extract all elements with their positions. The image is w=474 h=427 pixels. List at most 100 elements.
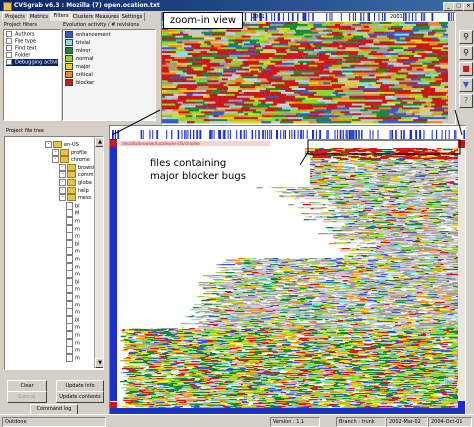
revision-mark [408, 218, 414, 219]
revision-mark [333, 221, 337, 222]
revision-mark [221, 280, 227, 281]
revision-mark [262, 259, 270, 260]
tab-projects[interactable]: Projects [2, 12, 28, 21]
title-bar[interactable]: CVSgrab v6.3 : Mozilla (7) open.ocation.… [0, 0, 474, 11]
revision-mark [435, 305, 440, 306]
axis-tick [263, 130, 264, 139]
revision-mark [312, 301, 314, 302]
revision-mark [310, 208, 313, 209]
revision-mark [440, 315, 443, 316]
filter-item-folder[interactable]: Folder [6, 52, 30, 59]
axis-tick [403, 130, 404, 139]
left-marker-bottom [110, 402, 117, 409]
revision-mark [262, 316, 266, 317]
revision-mark [388, 271, 395, 272]
revision-mark [331, 208, 337, 209]
revision-mark [420, 262, 427, 263]
left-margin-bar [110, 139, 117, 401]
revision-mark [270, 317, 279, 318]
revision-mark [412, 182, 416, 183]
revision-mark [204, 285, 210, 286]
tab-metrics[interactable]: Metrics [27, 12, 51, 21]
revision-mark [384, 251, 389, 252]
revision-mark [217, 267, 221, 268]
tab-filters[interactable]: Filters [50, 11, 72, 21]
revision-mark [375, 240, 381, 241]
revision-mark [389, 251, 392, 252]
revision-mark [339, 162, 344, 163]
revision-mark [395, 165, 401, 166]
filters-header: Project filters [4, 22, 37, 28]
axis-tick [464, 130, 465, 139]
revision-mark [214, 325, 218, 326]
revision-mark [257, 291, 266, 292]
filter-item-authors[interactable]: Authors [6, 31, 34, 38]
revision-mark [348, 316, 354, 317]
checkbox[interactable] [6, 52, 12, 58]
filter-item-find-text[interactable]: Find text [6, 45, 37, 52]
tab-clusters[interactable]: Clusters [71, 12, 95, 21]
revision-mark [365, 171, 371, 172]
revision-mark [392, 192, 401, 193]
revision-mark [409, 213, 413, 214]
app-icon [3, 2, 12, 11]
revision-mark [419, 231, 423, 232]
revision-mark [291, 264, 296, 265]
revision-mark [284, 196, 290, 197]
revision-mark [310, 189, 320, 190]
axis-tick [258, 130, 259, 139]
filters-list[interactable]: Authors File type Find text Folder Debug… [3, 29, 61, 121]
filter-label: Find text [15, 46, 37, 52]
tab-settings[interactable]: Settings [119, 12, 145, 21]
revision-mark [303, 204, 311, 205]
revision-mark [392, 304, 396, 305]
checkbox[interactable] [6, 38, 12, 44]
legend-label: critical [76, 72, 93, 78]
checkbox[interactable] [6, 31, 12, 37]
revision-mark [313, 159, 321, 160]
revision-mark [342, 230, 346, 231]
revision-mark [334, 280, 343, 281]
revision-mark [366, 168, 372, 169]
filter-item-file-type[interactable]: File type [6, 38, 36, 45]
revision-mark [361, 230, 368, 231]
axis-tick [196, 130, 197, 139]
axis-tick [442, 130, 443, 139]
axis-tick [390, 130, 391, 139]
close-button[interactable]: × [463, 2, 474, 11]
revision-mark [285, 290, 289, 291]
revision-mark [407, 320, 417, 321]
legend-item: enhancement [65, 31, 111, 38]
tab-measures[interactable]: Measures [94, 12, 120, 21]
checkbox[interactable] [6, 45, 12, 51]
revision-mark [449, 270, 452, 271]
revision-mark [331, 308, 337, 309]
legend-swatch [65, 71, 73, 78]
revision-mark [349, 250, 358, 251]
revision-mark [366, 217, 368, 218]
revision-mark [340, 210, 345, 211]
revision-mark [398, 175, 405, 176]
revision-mark [272, 187, 275, 188]
revision-mark [186, 316, 190, 317]
legend-panel: enhancementtrivialminornormalmajorcritic… [62, 29, 156, 121]
revision-mark [262, 263, 269, 264]
axis-tick [255, 130, 256, 139]
checkbox[interactable] [6, 59, 12, 65]
revision-mark [283, 277, 285, 278]
revision-mark [432, 299, 439, 300]
revision-mark [361, 155, 367, 156]
axis-tick [411, 130, 412, 139]
revision-mark [423, 320, 430, 321]
revision-mark [328, 230, 332, 231]
revision-mark [358, 250, 364, 251]
filter-item-debugging-activity[interactable]: Debugging activity [6, 59, 58, 66]
revision-mark [331, 219, 336, 220]
axis-tick [352, 130, 353, 139]
revision-mark [424, 165, 427, 166]
revision-mark [353, 256, 363, 257]
revision-mark [337, 208, 341, 209]
axis-tick [326, 130, 327, 139]
revision-mark [402, 163, 412, 164]
revision-mark [196, 317, 203, 318]
